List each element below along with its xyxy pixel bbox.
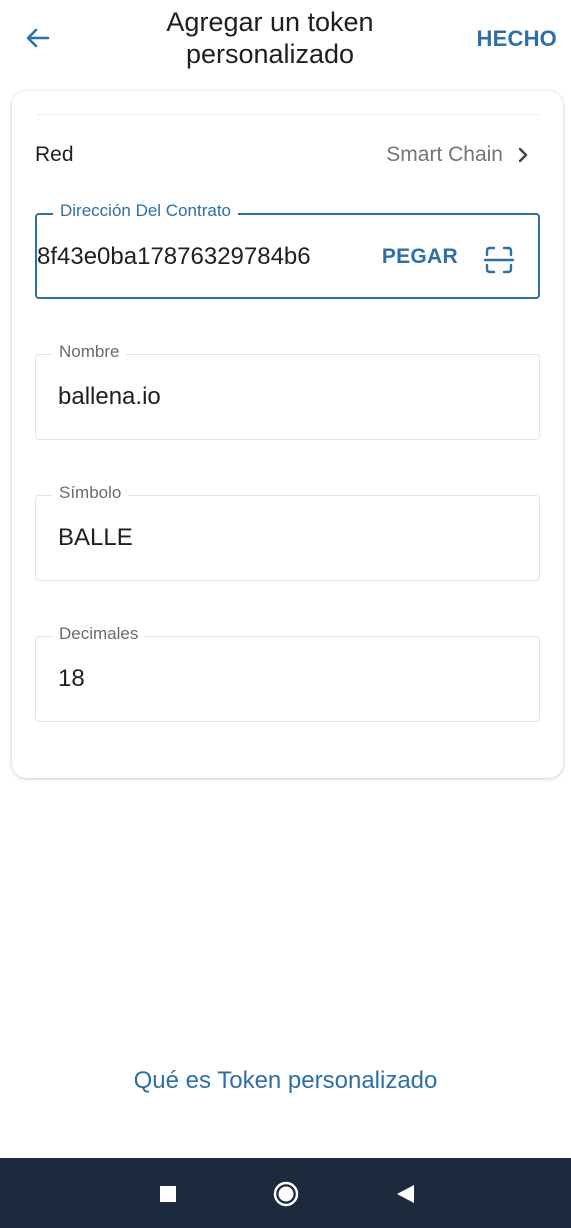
app-header: Agregar un token personalizado HECHO bbox=[0, 0, 571, 86]
custom-token-help-link[interactable]: Qué es Token personalizado bbox=[0, 1067, 571, 1095]
network-label: Red bbox=[35, 143, 74, 166]
system-navigation-bar bbox=[0, 1158, 571, 1228]
symbol-label: Símbolo bbox=[52, 483, 129, 503]
arrow-left-icon bbox=[26, 28, 50, 48]
decimals-input[interactable] bbox=[58, 665, 498, 693]
square-icon bbox=[160, 1186, 176, 1202]
chevron-right-icon bbox=[518, 147, 528, 163]
system-back-button[interactable] bbox=[389, 1179, 419, 1209]
decimals-field[interactable]: Decimales bbox=[35, 624, 540, 722]
back-button[interactable] bbox=[22, 22, 54, 54]
decimals-label: Decimales bbox=[52, 624, 146, 644]
scan-button[interactable] bbox=[483, 245, 515, 275]
recents-button[interactable] bbox=[153, 1179, 183, 1209]
name-input[interactable] bbox=[58, 383, 498, 411]
name-field[interactable]: Nombre bbox=[35, 342, 540, 440]
symbol-input[interactable] bbox=[58, 524, 498, 552]
done-button[interactable]: HECHO bbox=[477, 26, 557, 52]
triangle-back-icon bbox=[397, 1185, 414, 1203]
page-title: Agregar un token personalizado bbox=[166, 7, 374, 69]
contract-address-field[interactable]: Dirección Del Contrato 8f43e0ba178763297… bbox=[35, 201, 540, 299]
symbol-field[interactable]: Símbolo bbox=[35, 483, 540, 581]
divider bbox=[36, 114, 539, 115]
circle-icon bbox=[273, 1181, 299, 1207]
network-selector[interactable]: Red Smart Chain bbox=[12, 135, 563, 175]
paste-button[interactable]: PEGAR bbox=[382, 245, 458, 269]
contract-address-input[interactable]: 8f43e0ba17876329784b6 bbox=[37, 243, 339, 275]
network-value: Smart Chain bbox=[386, 143, 503, 166]
home-button[interactable] bbox=[271, 1179, 301, 1209]
token-form-card: Red Smart Chain Dirección Del Contrato 8… bbox=[12, 91, 563, 778]
qr-scan-icon bbox=[483, 246, 515, 274]
contract-address-label: Dirección Del Contrato bbox=[53, 201, 239, 221]
name-label: Nombre bbox=[52, 342, 127, 362]
contract-address-value: 8f43e0ba17876329784b6 bbox=[37, 243, 311, 270]
